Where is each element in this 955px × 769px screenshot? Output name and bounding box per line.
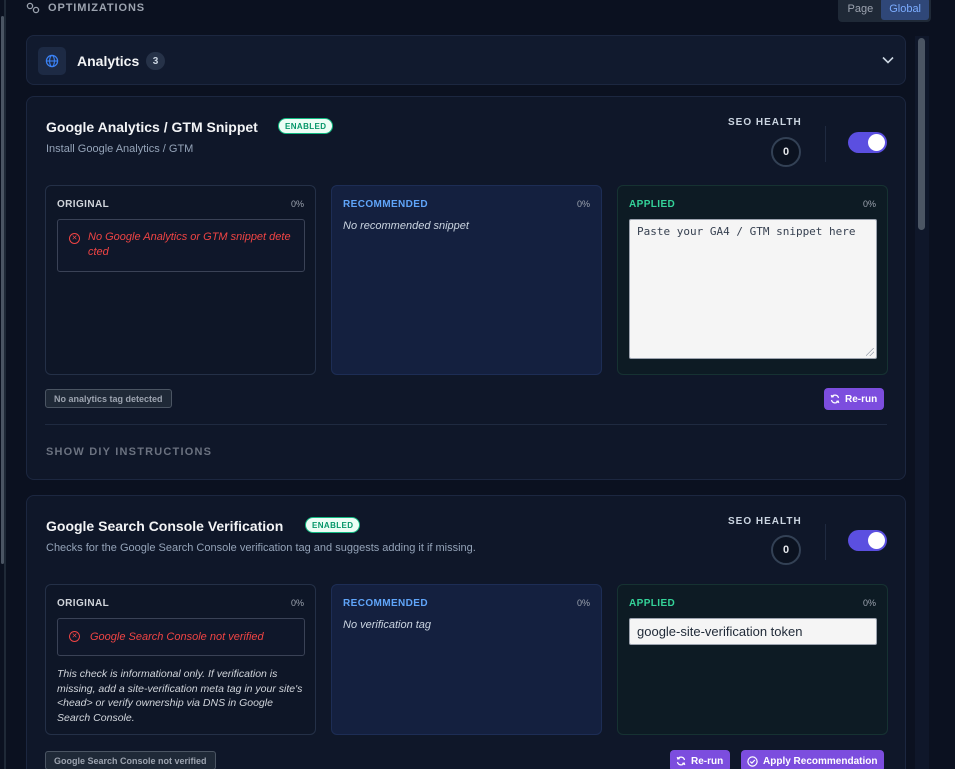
error-text: No Google Analytics or GTM snippet detec… <box>88 231 291 258</box>
applied-label: APPLIED <box>629 199 676 210</box>
main-scrollbar-thumb[interactable] <box>918 38 925 230</box>
toggle-knob <box>868 134 885 151</box>
refresh-icon <box>830 394 840 404</box>
original-percent: 0% <box>290 598 304 608</box>
card-subtitle: Checks for the Google Search Console ver… <box>46 542 476 554</box>
verification-token-input[interactable]: google-site-verification token <box>629 618 877 645</box>
error-circle-icon: ✕ <box>69 631 80 642</box>
refresh-icon <box>676 756 686 766</box>
group-count-badge: 3 <box>146 52 165 70</box>
original-label: ORIGINAL <box>57 199 110 210</box>
analytics-group-header[interactable]: Analytics 3 <box>26 35 906 85</box>
card-subtitle: Install Google Analytics / GTM <box>46 143 194 155</box>
apply-label: Apply Recommendation <box>763 755 878 767</box>
status-chip: No analytics tag detected <box>45 389 172 408</box>
rerun-button[interactable]: Re-run <box>824 388 885 410</box>
scope-global-option[interactable]: Global <box>881 0 929 20</box>
toggle-knob <box>868 532 885 549</box>
recommended-percent: 0% <box>576 598 590 608</box>
recommended-panel: RECOMMENDED 0% No recommended snippet <box>331 185 602 375</box>
card-title: Google Analytics / GTM Snippet <box>46 119 258 135</box>
rerun-label: Re-run <box>845 393 878 405</box>
seo-health-score: 0 <box>771 535 801 565</box>
left-scrollbar-thumb[interactable] <box>1 16 4 564</box>
applied-percent: 0% <box>862 598 876 608</box>
error-text: Google Search Console not verified <box>90 631 264 643</box>
info-note: This check is informational only. If ver… <box>57 668 303 724</box>
status-chip: Google Search Console not verified <box>45 751 216 769</box>
ga-gtm-card: Google Analytics / GTM Snippet ENABLED I… <box>26 96 906 480</box>
scope-toggle[interactable]: Page Global <box>837 0 931 22</box>
applied-panel: APPLIED 0% Paste your GA4 / GTM snippet … <box>617 185 888 375</box>
original-panel: ORIGINAL 0% ✕ Google Search Console not … <box>45 584 316 735</box>
link-settings-icon <box>26 2 40 14</box>
main-scrollbar[interactable] <box>915 36 929 769</box>
apply-recommendation-button[interactable]: Apply Recommendation <box>741 750 885 769</box>
error-circle-icon: ✕ <box>69 233 80 244</box>
seo-health-label: SEO HEALTH <box>728 516 802 527</box>
gsc-verification-card: Google Search Console Verification ENABL… <box>26 495 906 769</box>
enabled-badge: ENABLED <box>278 118 334 134</box>
chevron-down-icon[interactable] <box>881 53 895 67</box>
divider <box>825 126 826 162</box>
section-divider <box>45 424 887 425</box>
globe-icon <box>38 47 66 75</box>
error-message: ✕ No Google Analytics or GTM snippet det… <box>57 219 305 272</box>
original-percent: 0% <box>290 199 304 209</box>
show-diy-instructions[interactable]: SHOW DIY INSTRUCTIONS <box>46 446 212 458</box>
snippet-textarea[interactable]: Paste your GA4 / GTM snippet here <box>629 219 877 359</box>
recommended-percent: 0% <box>576 199 590 209</box>
recommended-note: No verification tag <box>343 619 432 631</box>
resize-handle[interactable] <box>866 348 874 356</box>
enable-toggle[interactable] <box>848 530 887 551</box>
applied-percent: 0% <box>862 199 876 209</box>
rerun-button[interactable]: Re-run <box>670 750 731 769</box>
optimizations-header: OPTIMIZATIONS Page Global <box>26 0 931 22</box>
enabled-badge: ENABLED <box>305 517 361 533</box>
check-circle-icon <box>747 755 758 767</box>
seo-health-score: 0 <box>771 137 801 167</box>
card-title: Google Search Console Verification <box>46 518 284 534</box>
seo-health-label: SEO HEALTH <box>728 117 802 128</box>
original-label: ORIGINAL <box>57 598 110 609</box>
recommended-note: No recommended snippet <box>343 220 469 232</box>
divider <box>825 524 826 560</box>
enable-toggle[interactable] <box>848 132 887 153</box>
group-label: Analytics <box>77 53 140 69</box>
textarea-placeholder: Paste your GA4 / GTM snippet here <box>637 225 856 238</box>
applied-panel: APPLIED 0% google-site-verification toke… <box>617 584 888 735</box>
rerun-label: Re-run <box>691 755 724 767</box>
scope-page-option[interactable]: Page <box>840 0 882 20</box>
error-message: ✕ Google Search Console not verified <box>57 618 305 656</box>
original-panel: ORIGINAL 0% ✕ No Google Analytics or GTM… <box>45 185 316 375</box>
left-scrollbar[interactable] <box>0 0 6 769</box>
recommended-panel: RECOMMENDED 0% No verification tag <box>331 584 602 735</box>
recommended-label: RECOMMENDED <box>343 598 428 609</box>
recommended-label: RECOMMENDED <box>343 199 428 210</box>
section-title: OPTIMIZATIONS <box>48 2 146 14</box>
applied-label: APPLIED <box>629 598 676 609</box>
